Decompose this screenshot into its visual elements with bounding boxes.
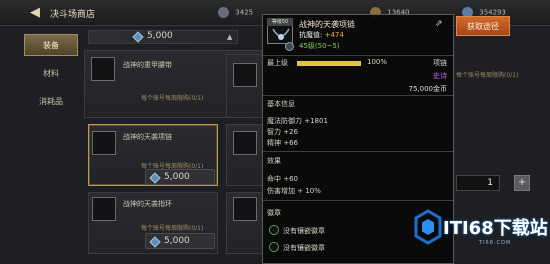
price-top-value: 5,000 bbox=[147, 31, 173, 41]
item-icon bbox=[233, 197, 257, 221]
effect-label: 伤害增加 bbox=[267, 187, 295, 195]
tab-equipment[interactable]: 装备 bbox=[24, 34, 78, 56]
gem-icon bbox=[132, 31, 144, 43]
back-arrow-icon[interactable]: ◀ bbox=[30, 5, 46, 21]
emblem-header: 徽章 bbox=[267, 209, 281, 217]
item-icon bbox=[233, 131, 257, 155]
tab-materials[interactable]: 材料 bbox=[24, 63, 78, 85]
divider bbox=[263, 151, 453, 152]
basic-stat-label: 魔法防御力 bbox=[267, 117, 302, 125]
quantity-plus-button[interactable]: + bbox=[514, 175, 530, 191]
item-level-tag: 等级50 bbox=[267, 18, 293, 26]
item-icon-belt bbox=[91, 57, 115, 81]
level-requirement-icon bbox=[285, 42, 294, 51]
shop-item-card[interactable] bbox=[226, 124, 266, 186]
currency-1-value: 3425 bbox=[235, 8, 254, 17]
item-icon bbox=[233, 63, 257, 87]
price-pill: 5,000 bbox=[145, 233, 215, 249]
basic-stat-row: 智力 +26 bbox=[267, 127, 298, 137]
chevron-up-icon: ▲ bbox=[227, 33, 233, 41]
effect-row: 命中 +60 bbox=[267, 174, 298, 184]
basic-info-header: 基本信息 bbox=[267, 100, 295, 108]
price-pill: 5,000 bbox=[145, 169, 215, 185]
section-header[interactable]: 5,000 ▲ bbox=[88, 30, 238, 44]
effect-value: + 10% bbox=[297, 187, 321, 195]
basic-stat-value: +66 bbox=[283, 139, 299, 147]
basic-stat-value: +26 bbox=[283, 128, 299, 136]
basic-stat-row: 精神 +66 bbox=[267, 138, 298, 148]
emblem-slot-icon bbox=[269, 225, 279, 235]
emblem-slot-icon bbox=[269, 242, 279, 252]
item-icon-ring bbox=[92, 197, 116, 221]
tooltip-item-name: 战神的天袭项链 bbox=[299, 20, 355, 29]
effect-label: 命中 bbox=[267, 175, 281, 183]
stat-value: +474 bbox=[324, 31, 344, 39]
effect-header: 效果 bbox=[267, 157, 281, 165]
item-name: 战神的天袭项链 bbox=[123, 133, 172, 141]
effect-row: 伤害增加 + 10% bbox=[267, 186, 321, 196]
item-name: 战神的天袭指环 bbox=[123, 200, 172, 208]
page-title: 决斗场商店 bbox=[50, 10, 96, 20]
basic-stat-row: 魔法防御力 +1801 bbox=[267, 116, 328, 126]
quantity-input[interactable]: 1 bbox=[456, 175, 500, 191]
level-requirement: 45级(50~5) bbox=[299, 42, 340, 50]
side-limit-text: 每个账号每周限购(0/1) bbox=[456, 72, 519, 79]
tooltip-main-stat: 抗魔值: +474 bbox=[299, 30, 344, 40]
watermark-subtext: TI68.COM bbox=[479, 240, 512, 246]
get-source-button[interactable]: 获取途径 bbox=[456, 16, 510, 36]
gem-icon bbox=[149, 172, 161, 184]
item-icon-necklace bbox=[92, 131, 116, 155]
shop-item-card[interactable]: 战神的天袭指环 每个账号每周限购(0/1) 5,000 bbox=[88, 192, 218, 254]
currency-1: 3425 bbox=[218, 7, 253, 18]
watermark-text: ITI68下载站 bbox=[443, 218, 548, 239]
divider bbox=[263, 95, 453, 96]
gem-icon bbox=[149, 236, 161, 248]
watermark-logo-icon bbox=[414, 209, 442, 245]
slot-type: 项链 bbox=[433, 59, 447, 67]
tab-consumables[interactable]: 消耗品 bbox=[24, 91, 78, 113]
sell-price: 75,000金币 bbox=[408, 85, 448, 93]
item-limit: 每个账号每周限购(0/1) bbox=[141, 225, 204, 232]
shop-item-card[interactable] bbox=[226, 192, 266, 254]
item-limit: 每个账号每周限购(0/1) bbox=[141, 95, 204, 102]
effect-value: +60 bbox=[283, 175, 299, 183]
upgrade-progress-fill bbox=[297, 61, 361, 66]
emblem-slot-text: 没有镶嵌徽章 bbox=[283, 244, 325, 252]
divider bbox=[263, 55, 453, 56]
shop-item-card[interactable] bbox=[226, 54, 266, 118]
basic-stat-label: 精神 bbox=[267, 139, 281, 147]
upgrade-label: 最上级 bbox=[267, 59, 288, 67]
price-value: 5,000 bbox=[164, 172, 190, 182]
emblem-slot-text: 没有镶嵌徽章 bbox=[283, 227, 325, 235]
basic-stat-value: +1801 bbox=[304, 117, 328, 125]
price-pill-top: 5,000 bbox=[129, 29, 205, 45]
divider bbox=[263, 200, 453, 201]
share-icon[interactable]: ⇗ bbox=[435, 19, 446, 29]
rarity: 史诗 bbox=[433, 72, 447, 80]
price-value: 5,000 bbox=[164, 236, 190, 246]
upgrade-progress-bar bbox=[297, 61, 361, 66]
shop-item-card-selected[interactable]: 战神的天袭项链 每个账号每周限购(0/1) 5,000 bbox=[88, 124, 218, 186]
item-name: 战神的重甲腰带 bbox=[123, 61, 172, 69]
basic-stat-label: 智力 bbox=[267, 128, 281, 136]
stat-label: 抗魔值: bbox=[299, 31, 323, 39]
currency-1-icon bbox=[218, 7, 229, 18]
upgrade-percent: 100% bbox=[367, 58, 388, 66]
